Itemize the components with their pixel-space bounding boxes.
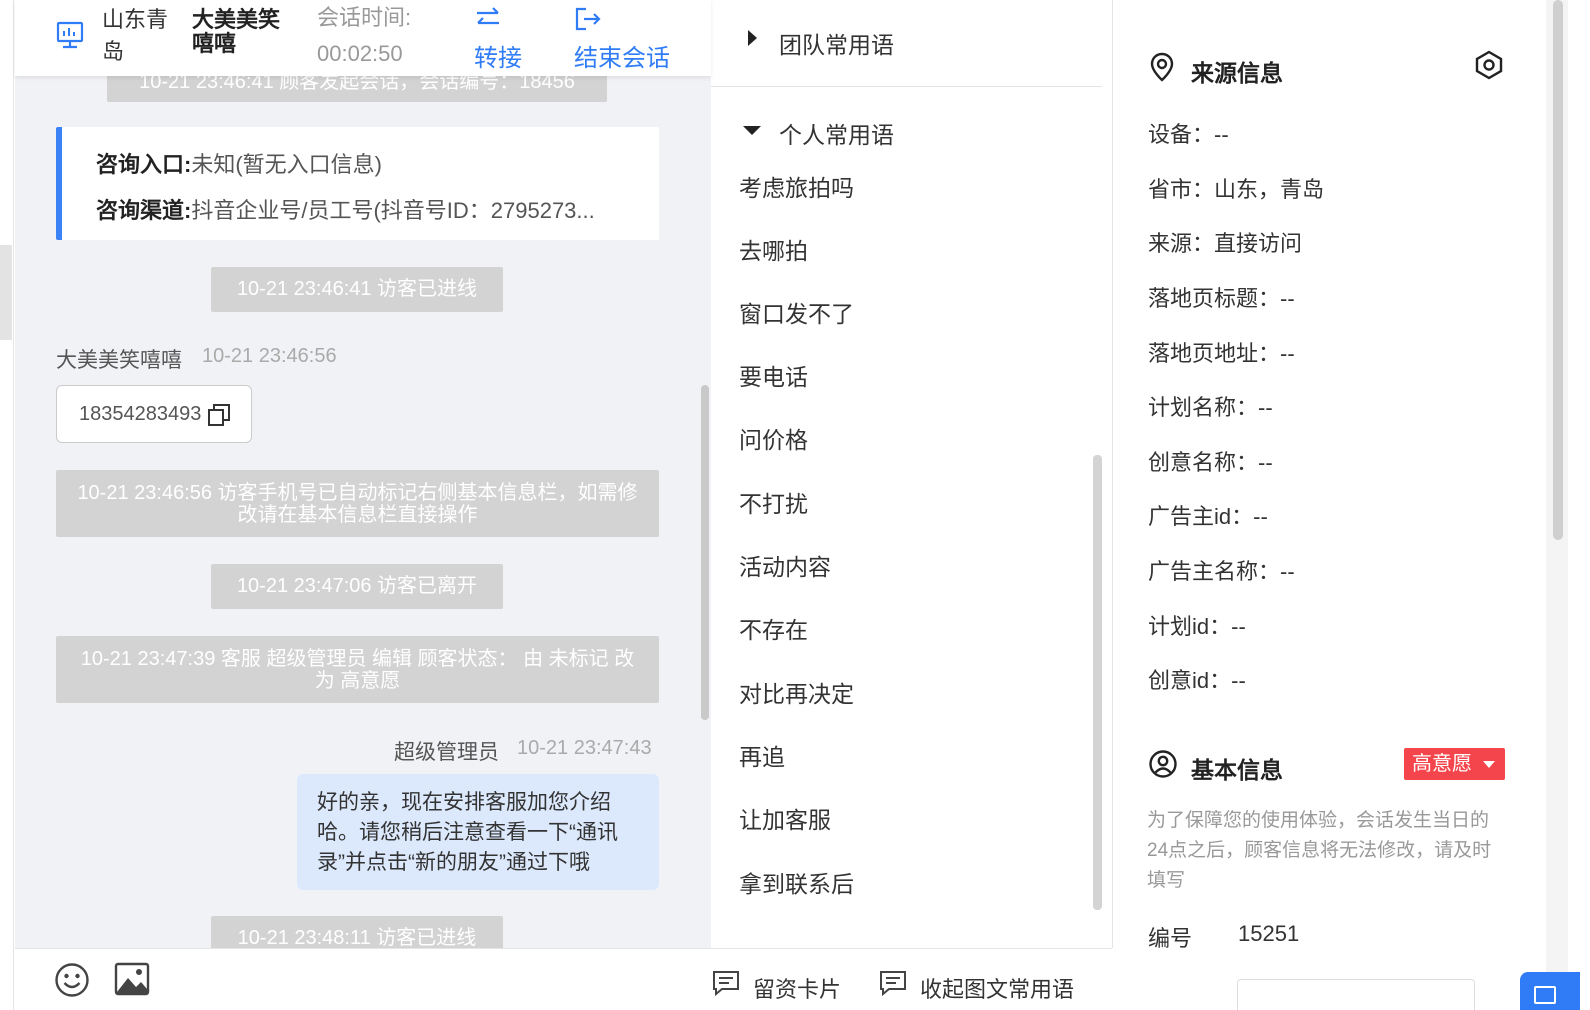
id-value: 15251 (1238, 921, 1300, 946)
transfer-icon[interactable] (474, 6, 502, 30)
end-session-button[interactable]: 结束会话 (574, 38, 670, 73)
source-row-landing-url: 落地页地址：-- (1148, 341, 1295, 366)
phrase-item[interactable]: 考虑旅拍吗 (739, 169, 854, 203)
phrase-item[interactable]: 要电话 (739, 358, 808, 392)
caret-down-icon[interactable] (1483, 761, 1495, 768)
divider (711, 86, 1102, 87)
left-edge (0, 0, 14, 1010)
image-icon[interactable] (114, 962, 150, 996)
edit-notice: 为了保障您的使用体验，会话发生当日的24点之后，顾客信息将无法修改，请及时填写 (1147, 810, 1492, 891)
source-row-advertiser-name: 广告主名称：-- (1148, 559, 1295, 584)
phrase-item[interactable]: 窗口发不了 (739, 295, 854, 329)
team-phrases-group[interactable]: 团队常用语 (779, 26, 894, 60)
caret-right-icon[interactable] (748, 30, 757, 46)
source-row-plan-id: 计划id：-- (1148, 614, 1246, 639)
copy-icon[interactable] (208, 404, 230, 426)
phrase-item[interactable]: 问价格 (739, 421, 808, 455)
info-field-input[interactable] (1237, 979, 1475, 1010)
consult-channel-value: 抖音企业号/员工号(抖音号ID：2795273... (191, 198, 595, 223)
phrase-item[interactable]: 让加客服 (739, 801, 831, 835)
info-scrollbar[interactable] (1553, 0, 1563, 540)
visitor-message-time: 10-21 23:46:56 (202, 345, 337, 367)
consult-channel-label: 咨询渠道: (96, 198, 192, 223)
monitor-icon (56, 21, 84, 49)
phrase-item[interactable]: 拿到联系后 (739, 865, 854, 899)
consult-entry: 咨询入口:未知(暂无入口信息) (96, 147, 382, 179)
message-icon[interactable] (879, 970, 907, 996)
system-message: 10-21 23:46:41 访客已进线 (211, 267, 503, 312)
phrase-item[interactable]: 再追 (739, 738, 785, 772)
source-row-creative-name: 创意名称：-- (1148, 450, 1273, 475)
transfer-button[interactable]: 转接 (474, 38, 522, 73)
source-row-creative-id: 创意id：-- (1148, 668, 1246, 693)
consult-channel: 咨询渠道:抖音企业号/员工号(抖音号ID：2795273... (96, 193, 595, 225)
phrase-item[interactable]: 活动内容 (739, 548, 831, 582)
consult-entry-label: 咨询入口: (96, 152, 192, 177)
session-time-label: 会话时间: (317, 5, 412, 30)
personal-phrases-group[interactable]: 个人常用语 (779, 116, 894, 150)
emoji-icon[interactable] (54, 962, 90, 998)
agent-message-bubble: 好的亲，现在安排客服加您介绍哈。请您稍后注意查看一下“通讯录”并点击“新的朋友”… (297, 774, 659, 890)
phrases-scrollbar[interactable] (1093, 455, 1102, 910)
location-pin-icon (1150, 52, 1174, 82)
basic-info-title: 基本信息 (1191, 757, 1283, 783)
collapse-phrases-button[interactable]: 收起图文常用语 (920, 972, 1074, 1004)
system-message: 10-21 23:46:56 访客手机号已自动标记右侧基本信息栏，如需修改请在基… (56, 470, 659, 537)
caret-down-icon[interactable] (743, 126, 761, 135)
consult-info-card: 咨询入口:未知(暂无入口信息) 咨询渠道:抖音企业号/员工号(抖音号ID：279… (56, 127, 659, 240)
phrase-item[interactable]: 不打扰 (739, 485, 808, 519)
system-message: 10-21 23:47:39 客服 超级管理员 编辑 顾客状态： 由 未标记 改… (56, 636, 659, 703)
session-time-value: 00:02:50 (317, 41, 403, 66)
source-row-landing-title: 落地页标题：-- (1148, 286, 1295, 311)
phrase-item[interactable]: 不存在 (739, 611, 808, 645)
left-panel-toggle[interactable] (0, 245, 12, 340)
source-row-device: 设备：-- (1148, 122, 1229, 147)
chat-icon[interactable] (1534, 986, 1556, 1004)
customer-name: 大美美笑嘻嘻 (192, 7, 281, 56)
id-label: 编号 (1148, 926, 1193, 951)
source-row-plan-name: 计划名称：-- (1148, 395, 1273, 420)
user-icon (1149, 750, 1177, 778)
chat-scrollbar[interactable] (701, 385, 709, 720)
consult-entry-value: 未知(暂无入口信息) (191, 152, 382, 177)
source-info-title: 来源信息 (1191, 60, 1283, 86)
info-card-button[interactable]: 留资卡片 (753, 972, 841, 1004)
system-message: 10-21 23:47:06 访客已离开 (211, 564, 503, 609)
settings-icon[interactable] (1474, 50, 1504, 80)
customer-location: 山东青岛 (102, 7, 169, 64)
source-row-source: 来源：直接访问 (1148, 231, 1303, 256)
source-row-advertiser-id: 广告主id：-- (1148, 504, 1268, 529)
card-icon[interactable] (712, 970, 740, 996)
agent-message-time: 10-21 23:47:43 (517, 737, 652, 759)
phrase-item[interactable]: 去哪拍 (739, 232, 808, 266)
visitor-name: 大美美笑嘻嘻 (56, 349, 182, 372)
source-row-province: 省市：山东，青岛 (1148, 177, 1325, 202)
phrase-item[interactable]: 对比再决定 (739, 675, 854, 709)
exit-icon[interactable] (574, 6, 602, 32)
agent-name: 超级管理员 (394, 741, 499, 764)
